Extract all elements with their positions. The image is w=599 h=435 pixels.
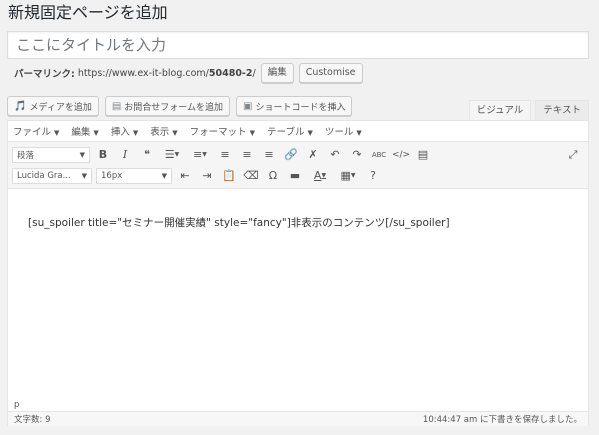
- format-select[interactable]: 段落 ▼: [12, 146, 90, 163]
- indent-icon[interactable]: ⇥: [198, 167, 216, 185]
- permalink-row: パーマリンク: https://www.ex-it-blog.com/50480…: [14, 63, 363, 83]
- toolbar-row-1: 段落 ▼ B I ❝ ☰ ▼ ≡ ▼ ≡ ≡ ≡ 🔗 ✗ ↶ ↷ ABC </> ▤ …: [8, 144, 588, 165]
- permalink-label: パーマリンク:: [14, 69, 75, 80]
- editor-menubar: ファイル ▼ 編集 ▼ 挿入 ▼ 表示 ▼ フォーマット ▼ テーブル ▼ ツール ▼: [8, 121, 588, 142]
- menu-insert[interactable]: 挿入 ▼: [111, 124, 138, 138]
- media-buttons: 🎵 メディアを追加 ▤ お問合せフォームを追加 ▣ ショートコードを挿入: [7, 96, 353, 116]
- tab-text[interactable]: テキスト: [535, 100, 589, 120]
- omega-icon[interactable]: Ω: [264, 167, 282, 185]
- status-bar: 文字数: 9 10:44:47 am に下書きを保存しました。: [8, 411, 588, 426]
- outdent-icon[interactable]: ⇤: [176, 167, 194, 185]
- table-icon[interactable]: ▦ ▼: [336, 167, 360, 185]
- editor-toolbar: 段落 ▼ B I ❝ ☰ ▼ ≡ ▼ ≡ ≡ ≡ 🔗 ✗ ↶ ↷ ABC </> ▤ …: [8, 142, 588, 189]
- title-input[interactable]: ここにタイトルを入力: [7, 31, 589, 59]
- editor-tabs: ビジュアル テキスト: [468, 100, 589, 120]
- text-color-icon[interactable]: A ▼: [308, 167, 332, 185]
- menu-tools[interactable]: ツール ▼: [325, 124, 362, 138]
- numbered-list-icon[interactable]: ≡ ▼: [188, 146, 212, 164]
- paste-text-icon[interactable]: 📋: [220, 167, 238, 185]
- menu-file[interactable]: ファイル ▼: [13, 124, 59, 138]
- tab-visual[interactable]: ビジュアル: [468, 100, 532, 120]
- word-count: 文字数: 9: [14, 415, 51, 425]
- form-icon: ▤: [111, 100, 122, 112]
- add-media-button[interactable]: 🎵 メディアを追加: [7, 96, 99, 116]
- add-contact-form-button[interactable]: ▤ お問合せフォームを追加: [104, 96, 231, 116]
- bullet-list-icon[interactable]: ☰ ▼: [160, 146, 184, 164]
- code-icon[interactable]: </>: [392, 146, 410, 164]
- media-icon: 🎵: [14, 100, 27, 112]
- page-title: 新規固定ページを追加: [8, 3, 168, 22]
- autosave-status: 10:44:47 am に下書きを保存しました。: [422, 415, 582, 425]
- font-size-select[interactable]: 16px ▼: [96, 167, 172, 184]
- bold-icon[interactable]: B: [94, 146, 112, 164]
- align-right-icon[interactable]: ≡: [260, 146, 278, 164]
- menu-edit[interactable]: 編集 ▼: [71, 124, 98, 138]
- menu-format[interactable]: フォーマット ▼: [190, 124, 255, 138]
- source-code-icon[interactable]: ▤: [414, 146, 432, 164]
- redo-icon[interactable]: ↷: [348, 146, 366, 164]
- menu-view[interactable]: 表示 ▼: [150, 124, 177, 138]
- unlink-icon[interactable]: ✗: [304, 146, 322, 164]
- help-icon[interactable]: ?: [364, 167, 382, 185]
- blockquote-icon[interactable]: ❝: [138, 146, 156, 164]
- spellcheck-icon[interactable]: ABC: [370, 146, 388, 164]
- undo-icon[interactable]: ↶: [326, 146, 344, 164]
- italic-icon[interactable]: I: [116, 146, 134, 164]
- link-icon[interactable]: 🔗: [282, 146, 300, 164]
- insert-shortcode-button[interactable]: ▣ ショートコードを挿入: [236, 96, 353, 116]
- permalink-url[interactable]: https://www.ex-it-blog.com/50480-2/: [78, 68, 256, 79]
- permalink-edit-button[interactable]: 編集: [260, 63, 294, 83]
- editor: ファイル ▼ 編集 ▼ 挿入 ▼ 表示 ▼ フォーマット ▼ テーブル ▼ ツール ▼ 段落 ▼…: [7, 120, 589, 426]
- editor-content-area[interactable]: [8, 205, 588, 401]
- customise-button[interactable]: Customise: [298, 63, 363, 83]
- align-left-icon[interactable]: ≡: [216, 146, 234, 164]
- toolbar-row-2: Lucida Gra... ▼ 16px ▼ ⇤ ⇥ 📋 ⌫ Ω ▬ A ▼ ▦ ▼ ?: [8, 165, 588, 186]
- menu-table[interactable]: テーブル ▼: [267, 124, 313, 138]
- font-family-select[interactable]: Lucida Gra... ▼: [12, 167, 92, 184]
- shortcode-icon: ▣: [243, 100, 253, 112]
- element-path[interactable]: p: [8, 399, 588, 411]
- fullscreen-icon[interactable]: ⤢: [564, 146, 582, 164]
- align-center-icon[interactable]: ≡: [238, 146, 256, 164]
- clear-format-icon[interactable]: ⌫: [242, 167, 260, 185]
- editor-content-text[interactable]: [su_spoiler title="セミナー開催実績" style="fanc…: [28, 215, 450, 230]
- horizontal-line-icon[interactable]: ▬: [286, 167, 304, 185]
